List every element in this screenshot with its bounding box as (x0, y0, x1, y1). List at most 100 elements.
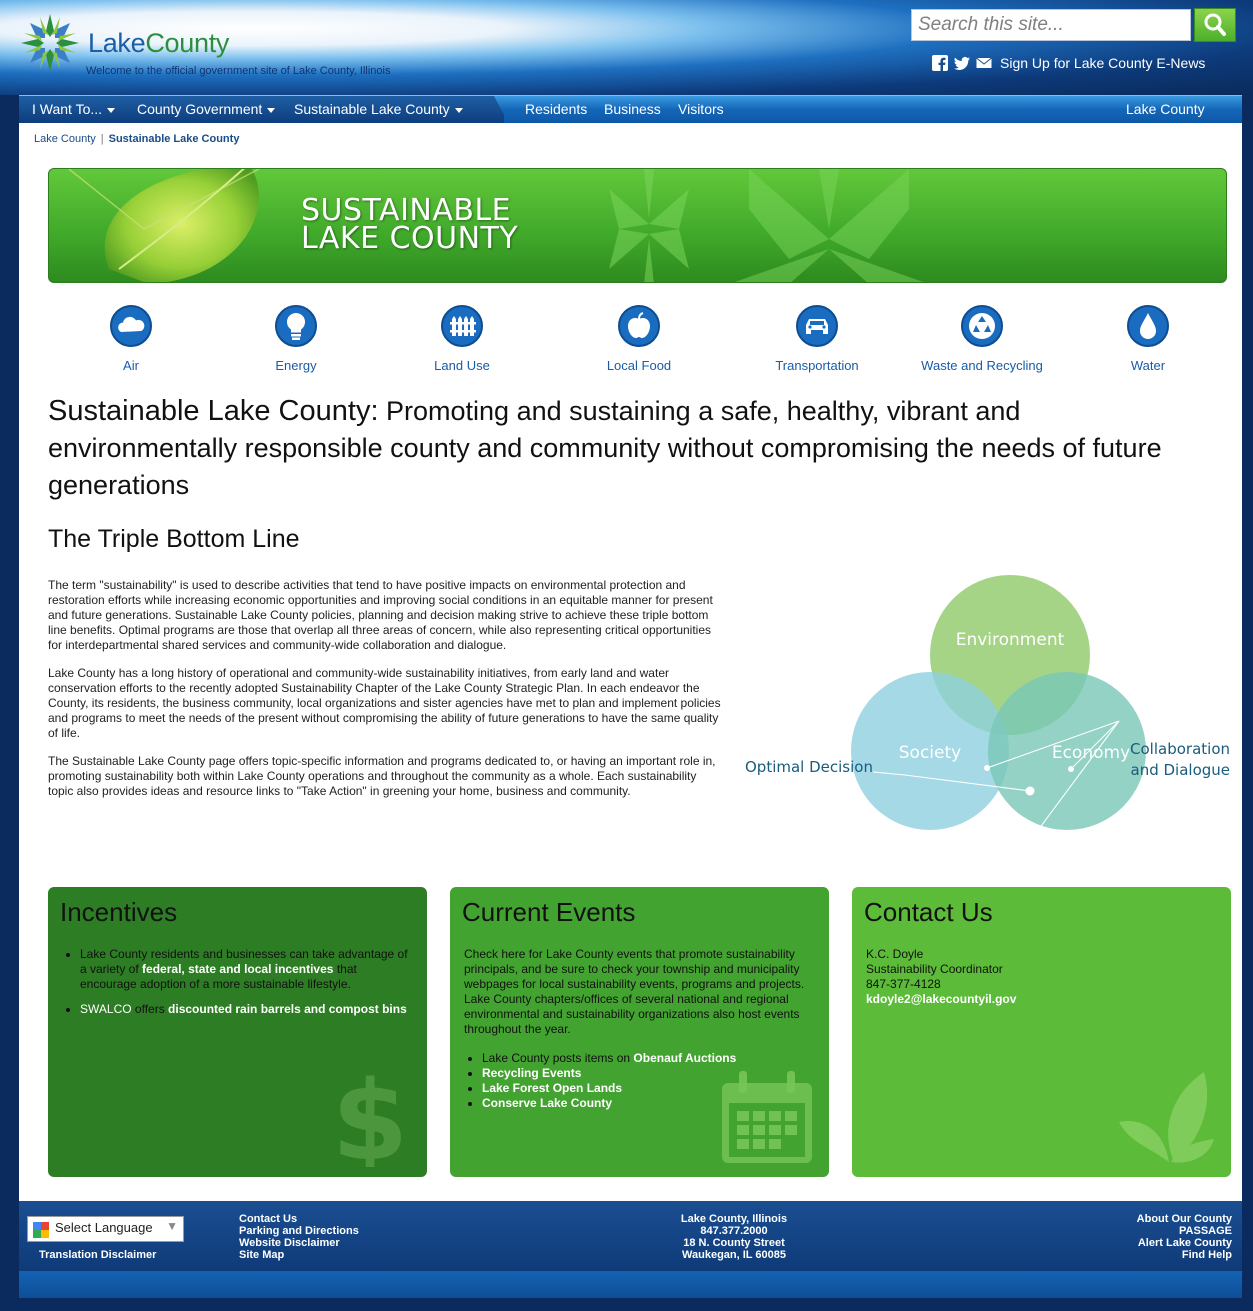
headline-lead: Sustainable Lake County: (48, 395, 379, 427)
list-item: Lake County residents and businesses can… (80, 947, 415, 992)
twitter-icon[interactable] (952, 55, 972, 71)
contact-email-link[interactable]: kdoyle2@lakecountyil.gov (866, 992, 1219, 1007)
site-logo-text[interactable]: LakeCounty (88, 28, 229, 59)
footer-phone[interactable]: 847.377.2000 (669, 1225, 799, 1237)
breadcrumb-separator: | (100, 133, 104, 145)
contact-body: K.C. Doyle Sustainability Coordinator 84… (866, 947, 1219, 1007)
email-icon[interactable] (976, 55, 992, 71)
topic-label-local-food: Local Food (606, 358, 672, 373)
footer-link-sitemap[interactable]: Site Map (239, 1249, 359, 1261)
footer-link-contact[interactable]: Contact Us (239, 1213, 359, 1225)
lake-forest-open-lands-link[interactable]: Lake Forest Open Lands (482, 1081, 622, 1095)
breadcrumb-current[interactable]: Sustainable Lake County (109, 133, 240, 145)
venn-label-optimal-decision: Optimal Decision (745, 758, 873, 776)
google-translate-icon (33, 1222, 49, 1238)
calendar-icon (722, 1071, 812, 1163)
nav-county-government[interactable]: County Government (137, 101, 276, 117)
recycling-events-link[interactable]: Recycling Events (482, 1066, 581, 1080)
events-title: Current Events (462, 897, 636, 927)
main-nav: I Want To... County Government Sustainab… (19, 95, 1242, 124)
incentives-panel: Incentives Lake County residents and bus… (48, 887, 427, 1177)
topic-label-water: Water (1130, 358, 1166, 373)
topic-label-land-use: Land Use (434, 358, 490, 373)
paragraph: The term "sustainability" is used to des… (48, 578, 713, 652)
site-header: LakeCounty Welcome to the official gover… (0, 0, 1253, 95)
facebook-icon[interactable] (932, 55, 948, 71)
topic-label-air: Air (123, 358, 139, 373)
footer-link-alert[interactable]: Alert Lake County (1137, 1237, 1232, 1249)
fence-icon (441, 305, 483, 347)
topic-label-energy: Energy (275, 358, 317, 373)
breadcrumb-home[interactable]: Lake County (34, 133, 96, 145)
swalco-link[interactable]: SWALCO (80, 1002, 132, 1016)
leaf-image-icon (68, 169, 924, 282)
footer-link-passage[interactable]: PASSAGE (1137, 1225, 1232, 1237)
venn-dot-env-society (984, 765, 990, 771)
contact-us-panel: Contact Us K.C. Doyle Sustainability Coo… (852, 887, 1231, 1177)
topic-transportation[interactable]: Transportation (737, 304, 897, 373)
incentives-body: Lake County residents and businesses can… (62, 947, 415, 1027)
incentives-item2-mid: offers (134, 1002, 165, 1016)
logo-county: County (145, 28, 230, 58)
svg-text:$: $ (332, 1067, 409, 1167)
obenauf-auctions-link[interactable]: Obenauf Auctions (633, 1051, 736, 1065)
language-select[interactable]: Select Language ▼ (27, 1216, 184, 1242)
lake-county-logo-icon[interactable] (20, 12, 80, 74)
list-item: Lake County posts items on Obenauf Aucti… (482, 1051, 817, 1066)
footer-right-links: About Our County PASSAGE Alert Lake Coun… (1137, 1213, 1232, 1261)
recycle-icon (961, 305, 1003, 347)
nav-i-want-to[interactable]: I Want To... (32, 101, 116, 117)
venn-label-economy: Economy (1052, 743, 1130, 763)
chevron-down-icon (267, 107, 276, 113)
venn-label-collab-1: Collaboration (1130, 740, 1230, 758)
translation-disclaimer-link[interactable]: Translation Disclaimer (39, 1249, 156, 1261)
paragraph: The Sustainable Lake County page offers … (48, 754, 716, 798)
sustainable-banner: SUSTAINABLE LAKE COUNTY (48, 168, 1227, 283)
nav-i-want-to-label: I Want To... (32, 101, 103, 117)
nav-sustainable-lake-county[interactable]: Sustainable Lake County (294, 101, 463, 117)
topic-energy[interactable]: Energy (216, 304, 376, 373)
search-button[interactable] (1194, 8, 1236, 42)
triple-bottom-line-diagram: Environment Society Economy Optimal Deci… (745, 575, 1231, 838)
search-input[interactable]: Search this site... (911, 9, 1191, 41)
footer-links: Contact Us Parking and Directions Websit… (239, 1213, 359, 1261)
paragraph: Lake County has a long history of operat… (48, 666, 721, 740)
chevron-down-icon (454, 107, 463, 113)
footer-link-about[interactable]: About Our County (1137, 1213, 1232, 1225)
section-heading: The Triple Bottom Line (48, 525, 300, 553)
banner-line-2: LAKE COUNTY (301, 221, 519, 256)
footer-address-line: Waukegan, IL 60085 (682, 1249, 786, 1261)
topic-land-use[interactable]: Land Use (382, 304, 542, 373)
topic-water[interactable]: Water (1068, 304, 1228, 373)
incentives-link[interactable]: federal, state and local incentives (142, 962, 333, 976)
rain-barrels-link[interactable]: discounted rain barrels and compost bins (168, 1002, 407, 1016)
nav-residents[interactable]: Residents (525, 101, 587, 117)
footer-link-disclaimer[interactable]: Website Disclaimer (239, 1237, 359, 1249)
nav-lake-county[interactable]: Lake County (1126, 101, 1205, 117)
footer-bottom-bar (19, 1271, 1242, 1298)
list-item: SWALCO offers discounted rain barrels an… (80, 1002, 415, 1017)
social-links: Sign Up for Lake County E-News (932, 54, 1205, 72)
lightbulb-icon (275, 305, 317, 347)
search-icon (1204, 13, 1226, 36)
nav-county-government-label: County Government (137, 101, 263, 117)
nav-visitors[interactable]: Visitors (678, 101, 724, 117)
nav-business[interactable]: Business (604, 101, 661, 117)
topic-air[interactable]: Air (51, 304, 211, 373)
topic-label-waste-recycling: Waste and Recycling (921, 358, 1043, 373)
footer-link-find-help[interactable]: Find Help (1137, 1249, 1232, 1261)
venn-label-collab-2: and Dialogue (1131, 761, 1231, 779)
chevron-down-icon (107, 107, 116, 113)
topic-waste-recycling[interactable]: Waste and Recycling (902, 304, 1062, 373)
banner-title: SUSTAINABLE LAKE COUNTY (301, 196, 519, 256)
footer-address-line: Lake County, Illinois (680, 1213, 788, 1225)
events-item1-pre: Lake County posts items on (482, 1051, 631, 1065)
topic-local-food[interactable]: Local Food (559, 304, 719, 373)
enews-signup-link[interactable]: Sign Up for Lake County E-News (1000, 55, 1205, 71)
contact-phone: 847-377-4128 (866, 977, 941, 991)
conserve-lake-county-link[interactable]: Conserve Lake County (482, 1096, 612, 1110)
topic-label-transportation: Transportation (775, 358, 859, 373)
site-tagline: Welcome to the official government site … (86, 65, 391, 77)
nav-sustainable-label: Sustainable Lake County (294, 101, 450, 117)
footer-link-parking[interactable]: Parking and Directions (239, 1225, 359, 1237)
